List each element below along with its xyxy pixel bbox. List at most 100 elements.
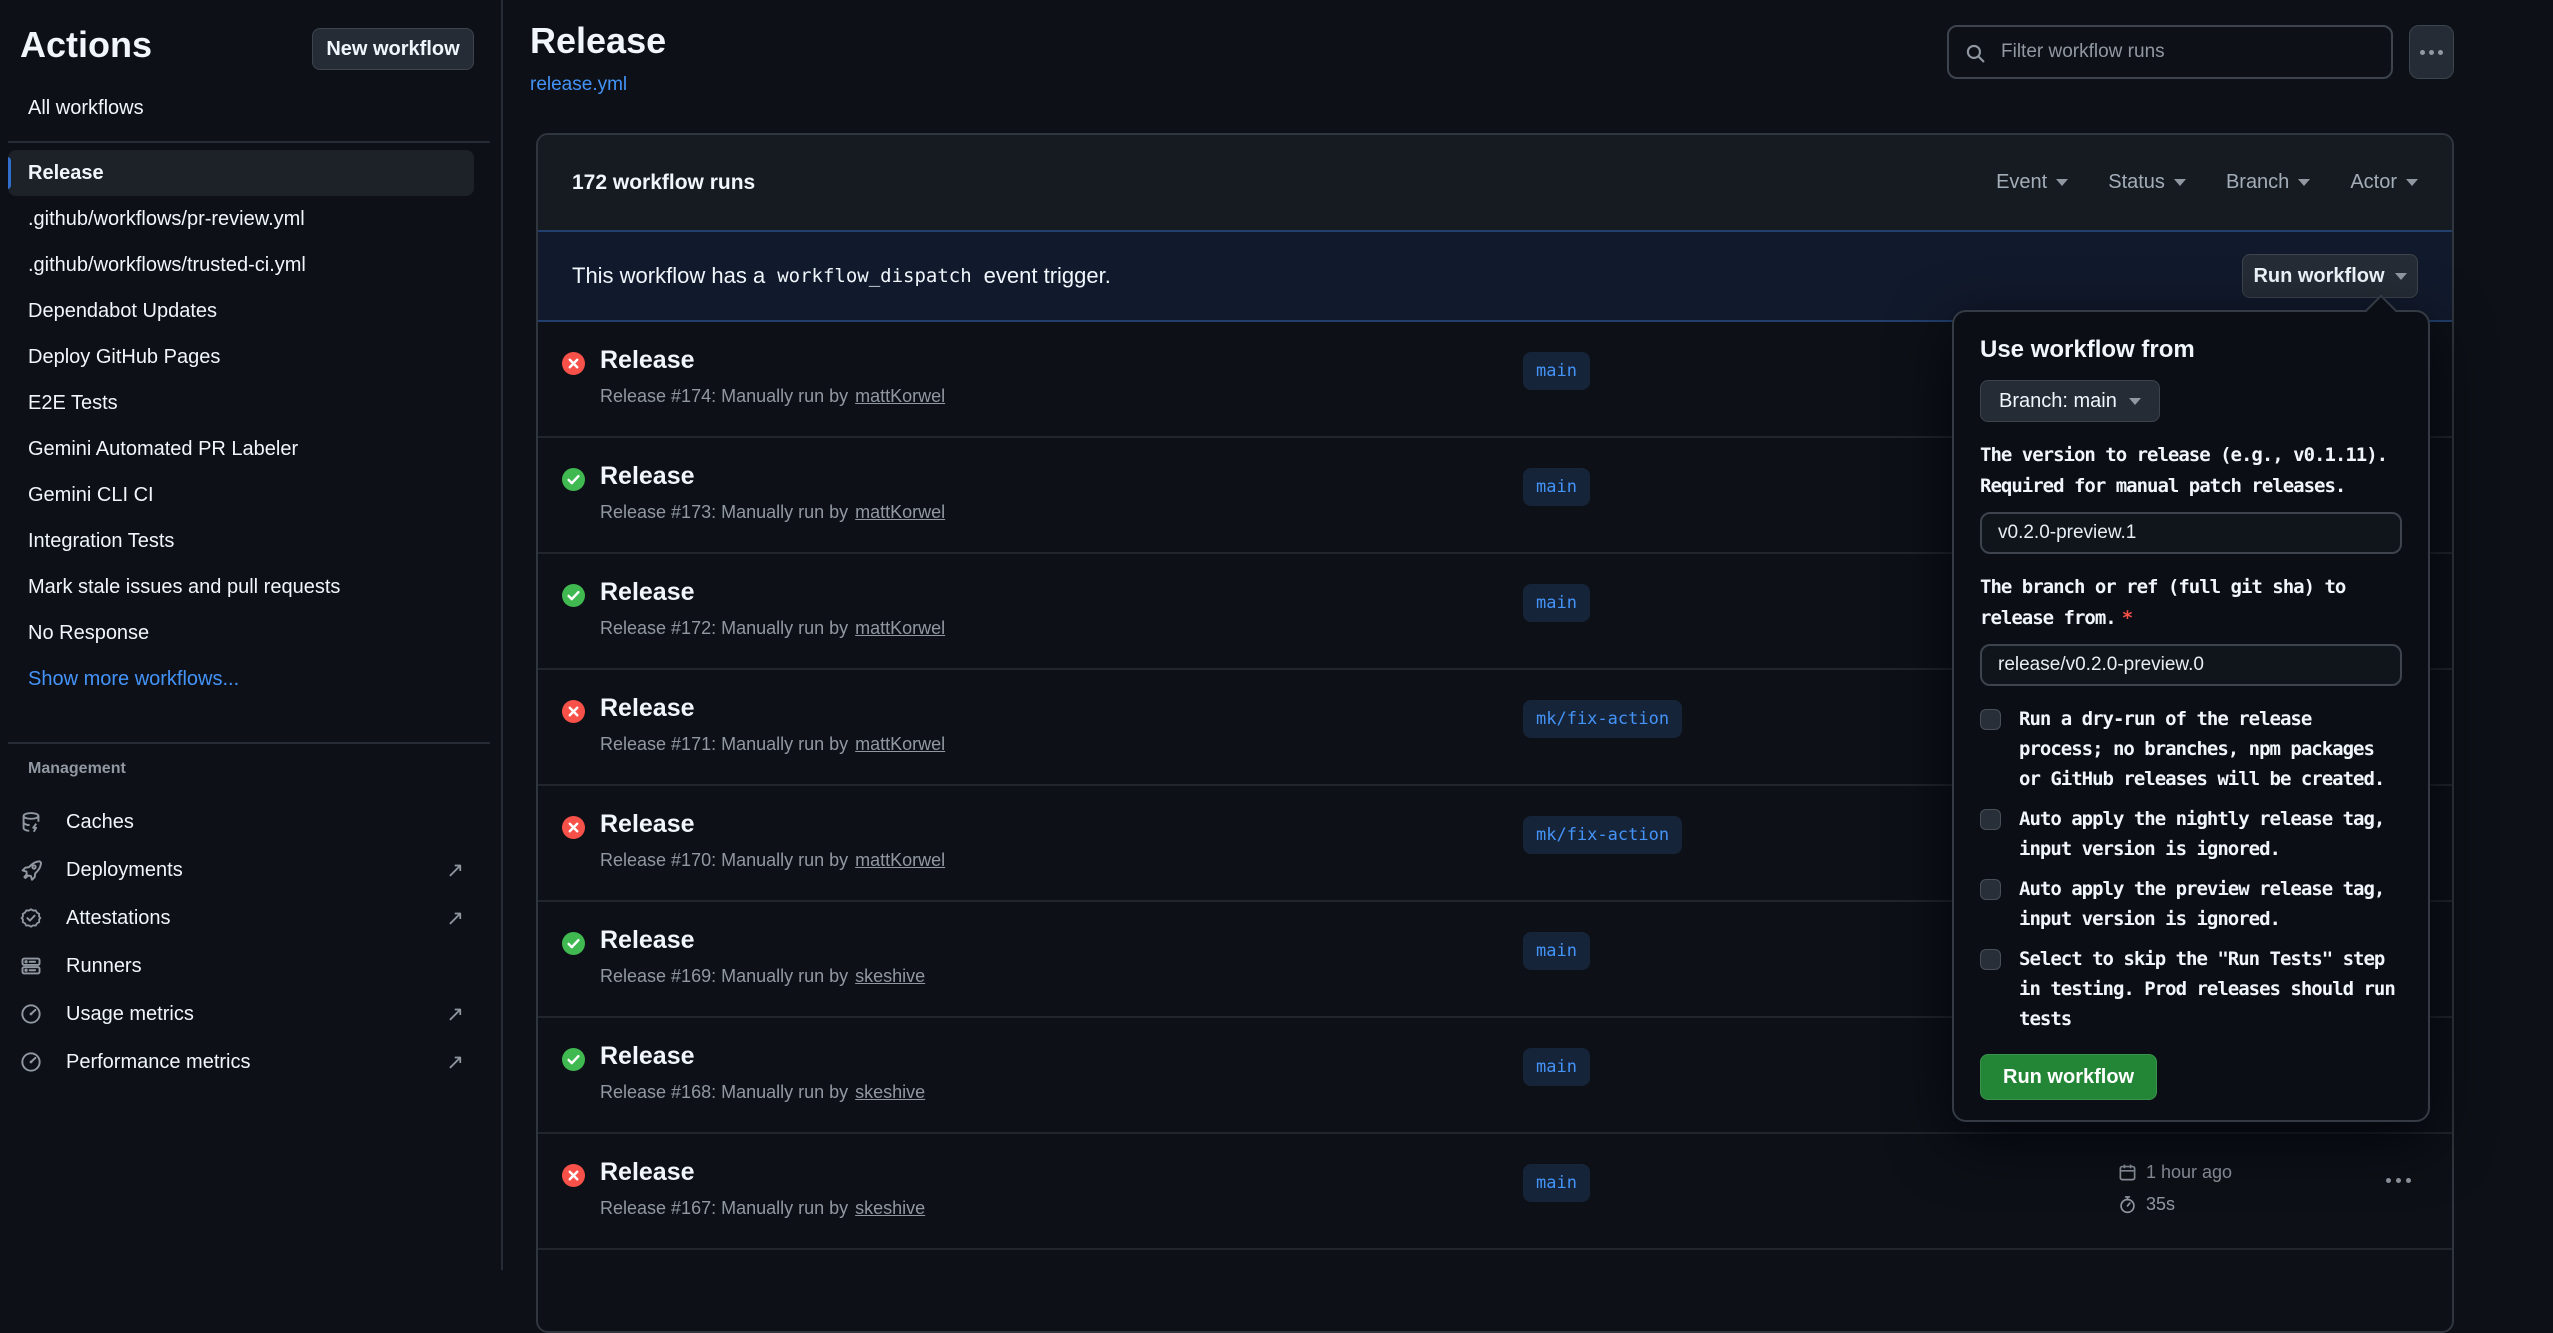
branch-badge[interactable]: main (1523, 584, 1590, 622)
run-title-link[interactable]: Release (600, 810, 695, 839)
sidebar-item-attestations[interactable]: Attestations ↗ (8, 894, 490, 942)
sidebar-item-usage-metrics[interactable]: Usage metrics ↗ (8, 990, 490, 1038)
run-subtitle: Release #169: Manually run byskeshive (600, 966, 925, 987)
sidebar-divider (8, 742, 490, 744)
chevron-down-icon (2406, 179, 2418, 186)
run-workflow-dropdown-button[interactable]: Run workflow (2242, 254, 2418, 298)
branch-badge[interactable]: mk/fix-action (1523, 816, 1682, 854)
run-workflow-submit-button[interactable]: Run workflow (1980, 1054, 2157, 1100)
run-workflow-popup: Use workflow from Branch: main The versi… (1952, 310, 2430, 1122)
check-circle-icon (562, 1048, 585, 1071)
actor-link[interactable]: mattKorwel (855, 502, 945, 522)
run-title-link[interactable]: Release (600, 578, 695, 607)
filter-workflow-runs-input[interactable] (1947, 25, 2393, 79)
checkbox-field: Auto apply the nightly release tag, inpu… (1980, 804, 2402, 864)
run-title-link[interactable]: Release (600, 694, 695, 723)
run-title-link[interactable]: Release (600, 1042, 695, 1071)
sidebar-title: Actions (20, 24, 152, 66)
field-description: The branch or ref (full git sha) to rele… (1980, 572, 2402, 634)
sidebar-item-integration-tests[interactable]: Integration Tests (8, 518, 474, 564)
rocket-icon (20, 859, 42, 881)
management-list: Caches Deployments ↗ Attestations ↗ (8, 798, 490, 1086)
filter-actor[interactable]: Actor (2350, 171, 2418, 194)
external-link-icon: ↗ (446, 1050, 464, 1075)
run-title-link[interactable]: Release (600, 346, 695, 375)
checkbox-field: Select to skip the "Run Tests" step in t… (1980, 944, 2402, 1034)
branch-badge[interactable]: main (1523, 1048, 1590, 1086)
sidebar-item-deploy-github-pages[interactable]: Deploy GitHub Pages (8, 334, 474, 380)
skip-tests-checkbox[interactable] (1980, 949, 2001, 970)
meter-icon (20, 1051, 42, 1073)
checkbox-label: Auto apply the nightly release tag, inpu… (2019, 804, 2402, 864)
filter-event[interactable]: Event (1996, 171, 2068, 194)
workflow-file-link[interactable]: release.yml (530, 74, 627, 96)
sidebar-item-no-response[interactable]: No Response (8, 610, 474, 656)
actor-link[interactable]: mattKorwel (855, 850, 945, 870)
x-circle-icon (562, 816, 585, 839)
actor-link[interactable]: skeshive (855, 1198, 925, 1218)
runs-filters: Event Status Branch Actor (1996, 171, 2418, 194)
sidebar-item-gemini-cli-ci[interactable]: Gemini CLI CI (8, 472, 474, 518)
banner-text: This workflow has a (572, 263, 765, 289)
check-circle-icon (562, 584, 585, 607)
branch-badge[interactable]: main (1523, 468, 1590, 506)
branch-badge[interactable]: main (1523, 352, 1590, 390)
preview-tag-checkbox[interactable] (1980, 879, 2001, 900)
checkbox-label: Run a dry-run of the release process; no… (2019, 704, 2402, 794)
workflow-run-row[interactable]: Release Release #167: Manually run byske… (538, 1134, 2452, 1250)
run-title-link[interactable]: Release (600, 462, 695, 491)
nightly-tag-checkbox[interactable] (1980, 809, 2001, 830)
workflow-options-button[interactable] (2409, 25, 2454, 79)
sidebar-item-label: Runners (66, 955, 142, 978)
runs-panel-header: 172 workflow runs Event Status Branch Ac… (538, 135, 2452, 230)
workflow-run-row (538, 1250, 2452, 1264)
search-icon (1965, 43, 1986, 64)
sidebar-item-performance-metrics[interactable]: Performance metrics ↗ (8, 1038, 490, 1086)
actor-link[interactable]: mattKorwel (855, 734, 945, 754)
external-link-icon: ↗ (446, 858, 464, 883)
dry-run-checkbox[interactable] (1980, 709, 2001, 730)
actor-link[interactable]: skeshive (855, 1082, 925, 1102)
sidebar-item-dependabot-updates[interactable]: Dependabot Updates (8, 288, 474, 334)
run-subtitle: Release #173: Manually run bymattKorwel (600, 502, 945, 523)
filter-branch[interactable]: Branch (2226, 171, 2310, 194)
check-circle-icon (562, 932, 585, 955)
sidebar-item-release[interactable]: Release (8, 150, 474, 196)
run-options-button[interactable] (2386, 1178, 2411, 1183)
branch-badge[interactable]: main (1523, 932, 1590, 970)
run-title-link[interactable]: Release (600, 926, 695, 955)
checkbox-field: Auto apply the preview release tag, inpu… (1980, 874, 2402, 934)
external-link-icon: ↗ (446, 1002, 464, 1027)
sidebar-item-mark-stale[interactable]: Mark stale issues and pull requests (8, 564, 474, 610)
sidebar-item-deployments[interactable]: Deployments ↗ (8, 846, 490, 894)
sidebar-item-runners[interactable]: Runners (8, 942, 490, 990)
sidebar-item-trusted-ci[interactable]: .github/workflows/trusted-ci.yml (8, 242, 474, 288)
actor-link[interactable]: skeshive (855, 966, 925, 986)
workflow-dispatch-banner: This workflow has a workflow_dispatch ev… (538, 230, 2452, 322)
run-duration: 35s (2146, 1194, 2175, 1215)
sidebar-item-label: Attestations (66, 907, 171, 930)
version-input[interactable] (1980, 512, 2402, 554)
sidebar-item-caches[interactable]: Caches (8, 798, 490, 846)
external-link-icon: ↗ (446, 906, 464, 931)
x-circle-icon (562, 700, 585, 723)
actor-link[interactable]: mattKorwel (855, 618, 945, 638)
branch-ref-input[interactable] (1980, 644, 2402, 686)
branch-select-button[interactable]: Branch: main (1980, 380, 2160, 422)
checkbox-label: Select to skip the "Run Tests" step in t… (2019, 944, 2402, 1034)
sidebar-item-gemini-pr-labeler[interactable]: Gemini Automated PR Labeler (8, 426, 474, 472)
run-subtitle: Release #171: Manually run bymattKorwel (600, 734, 945, 755)
run-title-link[interactable]: Release (600, 1158, 695, 1187)
actor-link[interactable]: mattKorwel (855, 386, 945, 406)
branch-badge[interactable]: mk/fix-action (1523, 700, 1682, 738)
chevron-down-icon (2395, 273, 2407, 280)
sidebar-item-label: Usage metrics (66, 1003, 194, 1026)
filter-status[interactable]: Status (2108, 171, 2186, 194)
new-workflow-button[interactable]: New workflow (312, 28, 474, 70)
search-input[interactable] (2001, 27, 2387, 77)
show-more-workflows-link[interactable]: Show more workflows... (8, 656, 474, 702)
sidebar-item-all-workflows[interactable]: All workflows (8, 86, 474, 130)
sidebar-item-pr-review[interactable]: .github/workflows/pr-review.yml (8, 196, 474, 242)
sidebar-item-e2e-tests[interactable]: E2E Tests (8, 380, 474, 426)
branch-badge[interactable]: main (1523, 1164, 1590, 1202)
